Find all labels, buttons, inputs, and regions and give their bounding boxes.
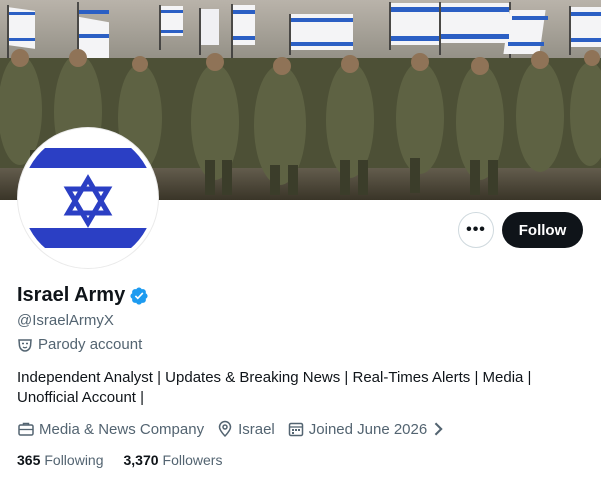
follow-stats-row: 365 Following 3,370 Followers	[17, 452, 242, 468]
category-text: Media & News Company	[39, 420, 205, 438]
briefcase-icon	[18, 422, 34, 436]
profile-name-row: Israel Army	[17, 284, 149, 307]
profile-meta-row: Media & News Company Israel Joined June …	[17, 420, 463, 438]
following-label: Following	[44, 452, 104, 468]
parody-label: Parody account	[38, 336, 143, 353]
verified-badge-icon[interactable]	[129, 286, 149, 306]
more-horizontal-icon: •••	[466, 221, 486, 238]
location-pin-icon	[218, 420, 232, 438]
profile-avatar[interactable]	[18, 128, 158, 268]
location-item: Israel	[216, 420, 275, 438]
joined-item[interactable]: Joined June 2026	[287, 420, 451, 438]
profile-bio: Independent Analyst | Updates & Breaking…	[17, 369, 532, 406]
chevron-right-icon	[434, 422, 443, 436]
following-count: 365	[17, 452, 41, 468]
category-item: Media & News Company	[17, 420, 204, 438]
followers-label: Followers	[162, 452, 223, 468]
followers-link[interactable]: 3,370 Followers	[124, 452, 223, 468]
calendar-icon	[288, 422, 304, 437]
parody-label-row: Parody account	[17, 336, 142, 353]
location-text: Israel	[238, 420, 275, 438]
flag-icon	[22, 132, 154, 264]
follow-button[interactable]: Follow	[502, 212, 583, 248]
profile-handle: @IsraelArmyX	[17, 312, 114, 329]
followers-count: 3,370	[123, 452, 159, 468]
more-options-button[interactable]: •••	[458, 212, 494, 248]
following-link[interactable]: 365 Following	[17, 452, 104, 468]
mask-icon	[17, 337, 33, 353]
joined-text: Joined June 2026	[308, 420, 428, 438]
display-name: Israel Army	[17, 284, 126, 306]
